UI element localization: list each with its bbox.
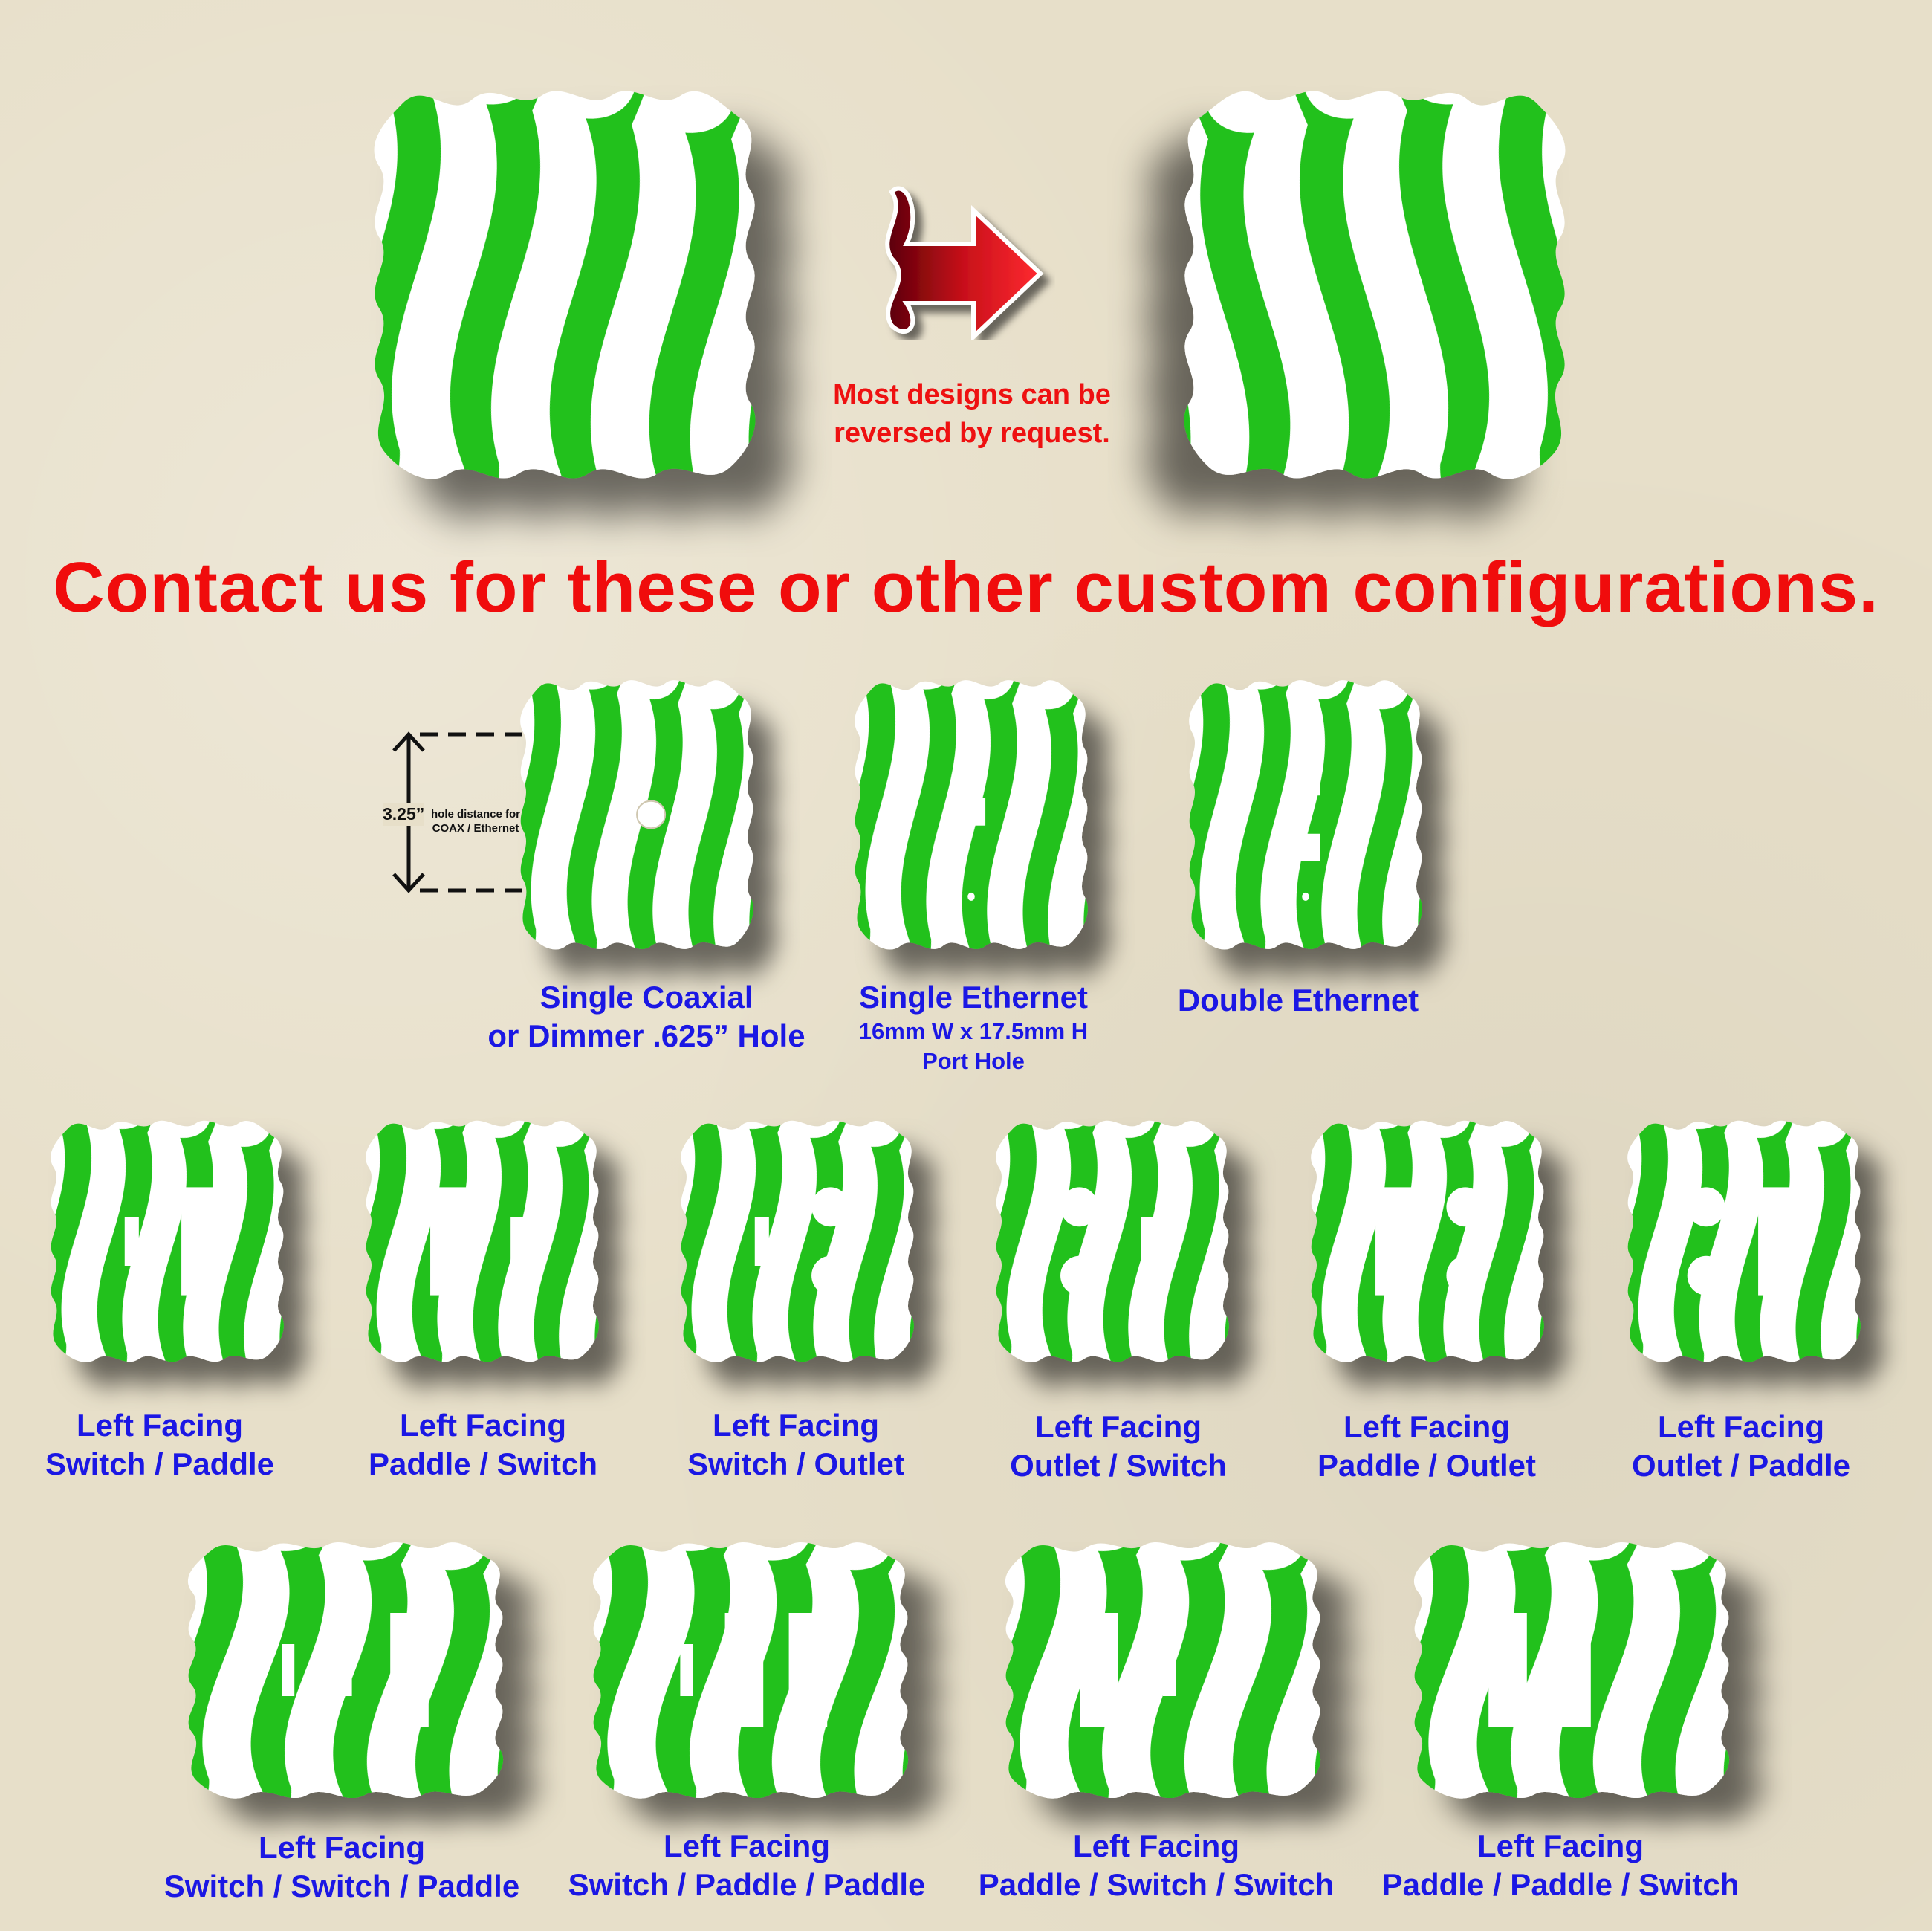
label-switch-outlet: Left Facing Switch / Outlet <box>687 1408 904 1481</box>
label-switch-paddle-paddle: Left Facing Switch / Paddle / Paddle <box>568 1828 926 1902</box>
plate-paddle-switch <box>364 1119 600 1364</box>
plate-switch-switch-paddle <box>186 1540 505 1800</box>
plate-paddle-outlet <box>1309 1119 1546 1364</box>
plate-double-ethernet <box>1187 678 1424 951</box>
plate-single-coaxial <box>519 678 755 951</box>
plate-outlet-paddle <box>1626 1119 1862 1364</box>
label-paddle-switch-switch: Left Facing Paddle / Switch / Switch <box>978 1828 1335 1902</box>
plate-paddle-paddle-switch <box>1412 1540 1731 1800</box>
plate-outlet-switch <box>994 1119 1231 1364</box>
reverse-arrow-icon <box>877 169 1055 342</box>
label-outlet-paddle: Left Facing Outlet / Paddle <box>1631 1409 1851 1483</box>
reverse-note-line1: Most designs can be <box>833 379 1111 410</box>
label-double-ethernet: Double Ethernet <box>1177 983 1419 1018</box>
plate-switch-outlet <box>679 1119 915 1364</box>
label-paddle-switch: Left Facing Paddle / Switch <box>368 1408 598 1481</box>
plate-switch-paddle-paddle <box>591 1540 910 1800</box>
reversed-plate-image <box>1181 88 1568 482</box>
plate-switch-paddle <box>49 1119 285 1364</box>
original-plate-image <box>372 88 758 482</box>
label-single-coaxial: Single Coaxial or Dimmer .625” Hole <box>487 980 805 1053</box>
dimension-value: 3.25” <box>383 803 425 826</box>
plate-single-ethernet <box>853 678 1089 951</box>
reverse-note-line2: reversed by request. <box>834 418 1110 449</box>
label-outlet-switch: Left Facing Outlet / Switch <box>1010 1409 1227 1483</box>
plate-paddle-switch-switch <box>1003 1540 1323 1800</box>
dimension-desc: hole distance for COAX / Ethernet <box>431 808 521 835</box>
headline: Contact us for these or other custom con… <box>53 548 1879 627</box>
label-switch-switch-paddle: Left Facing Switch / Switch / Paddle <box>163 1830 520 1903</box>
label-paddle-paddle-switch: Left Facing Paddle / Paddle / Switch <box>1381 1828 1740 1902</box>
reverse-note: Most designs can be reversed by request. <box>786 375 1158 453</box>
label-switch-paddle: Left Facing Switch / Paddle <box>45 1408 275 1481</box>
label-single-ethernet: Single Ethernet 16mm W x 17.5mm H Port H… <box>858 980 1089 1074</box>
label-paddle-outlet: Left Facing Paddle / Outlet <box>1317 1409 1537 1483</box>
